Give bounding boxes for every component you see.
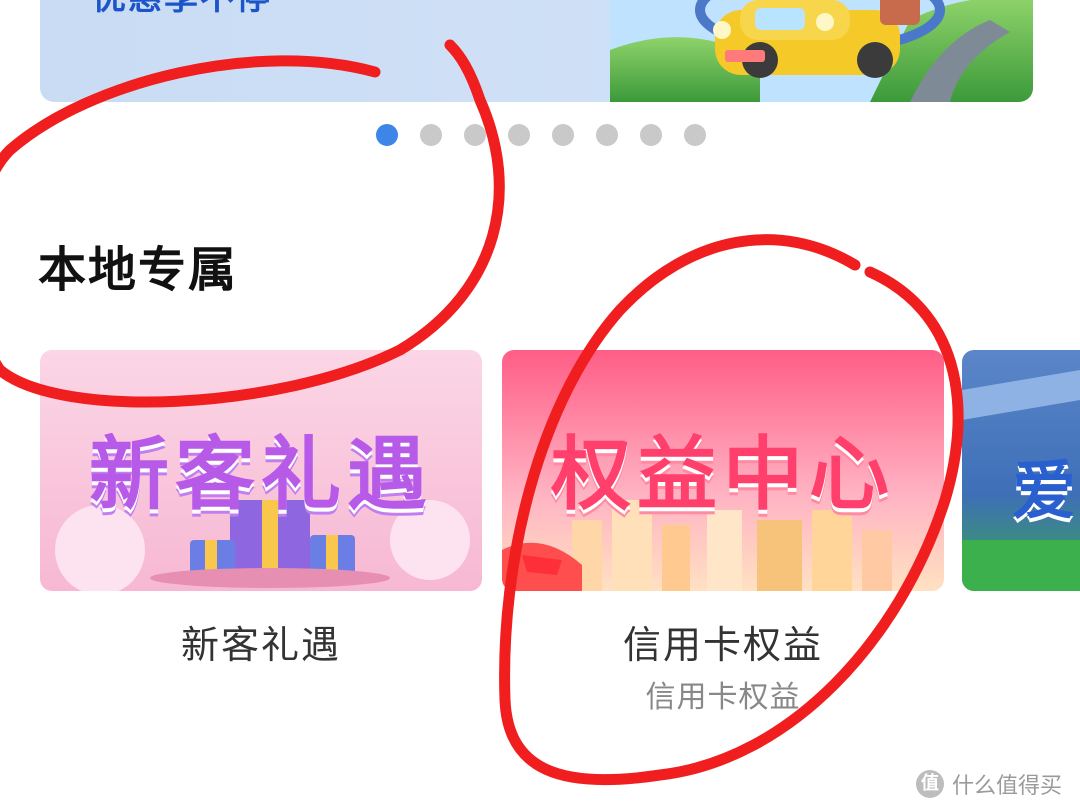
watermark-logo-icon: 值	[915, 770, 944, 798]
carousel-dot[interactable]	[552, 124, 574, 146]
car-illustration	[610, 0, 1033, 102]
watermark: 值 什么值得买	[915, 769, 1062, 799]
carousel-dot[interactable]	[464, 124, 486, 146]
card-image[interactable]: 权益中心	[502, 350, 944, 591]
watermark-text: 什么值得买	[951, 774, 1062, 799]
carousel-dot[interactable]	[684, 124, 706, 146]
card-title: 信用卡权益	[622, 623, 823, 667]
carousel-dot[interactable]	[376, 124, 398, 146]
card-title: 新客礼遇	[180, 623, 341, 667]
card-image[interactable]: 新客礼遇	[40, 350, 482, 591]
card-image-text: 权益中心	[551, 428, 895, 521]
carousel-dot[interactable]	[640, 124, 662, 146]
card-subtitle: 信用卡权益	[645, 680, 801, 715]
banner-title: 优惠享不停	[92, 0, 272, 16]
section-title: 本地专属	[38, 242, 239, 298]
promo-banner[interactable]: 优惠享不停	[40, 0, 1033, 102]
card-new-customer[interactable]: 新客礼遇 新客礼遇	[40, 350, 482, 667]
card-image-text: 新客礼遇	[89, 428, 433, 521]
carousel-dot[interactable]	[596, 124, 618, 146]
carousel-dot[interactable]	[508, 124, 530, 146]
carousel-dot[interactable]	[420, 124, 442, 146]
card-credit-card-benefits[interactable]: 权益中心 信用卡权益 信用卡权益	[502, 350, 944, 715]
card-image-text: 爱	[1012, 455, 1076, 529]
card-partial[interactable]: 爱	[962, 350, 1080, 591]
page: 优惠享不停	[0, 0, 1080, 809]
